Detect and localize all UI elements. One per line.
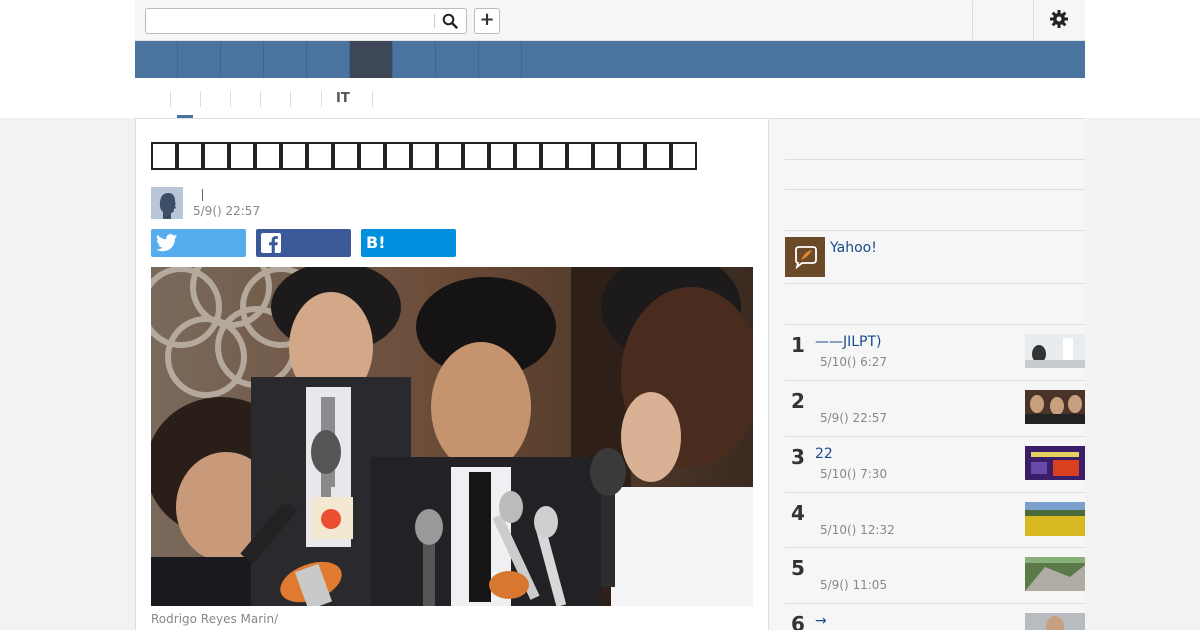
yahoo-feather-icon[interactable]	[785, 237, 825, 277]
rank-date: 5/9() 22:57	[820, 411, 888, 425]
title-glyph-box	[463, 141, 489, 170]
subnav-item[interactable]	[372, 91, 387, 107]
title-glyph-box	[151, 141, 177, 170]
rank-title[interactable]: →	[815, 613, 827, 629]
title-glyph-box	[593, 141, 619, 170]
ranking-item[interactable]: 2 5/9() 22:57	[785, 382, 1085, 438]
nav-item[interactable]	[479, 41, 522, 78]
author-avatar[interactable]	[151, 187, 183, 219]
title-glyph-box	[333, 141, 359, 170]
search-input[interactable]	[150, 12, 430, 30]
nav-item[interactable]	[178, 41, 221, 78]
title-glyph-box	[515, 141, 541, 170]
hatena-icon: B!	[366, 233, 386, 252]
rank-number: 6	[791, 612, 805, 630]
subnav-item[interactable]	[290, 91, 305, 107]
ranking-item[interactable]: 4 5/10() 12:32	[785, 494, 1085, 550]
sidebar-divider	[785, 547, 1085, 548]
subnav-item[interactable]	[200, 91, 215, 107]
subnav-item[interactable]	[260, 91, 275, 107]
title-glyph-box	[203, 141, 229, 170]
search-divider	[434, 14, 435, 28]
title-glyph-box	[177, 141, 203, 170]
sidebar-divider	[785, 283, 1085, 284]
title-glyph-box	[385, 141, 411, 170]
rank-date: 5/10() 12:32	[820, 523, 895, 537]
rank-number: 2	[791, 389, 805, 413]
add-button[interactable]: +	[474, 8, 500, 34]
header-divider	[972, 1, 973, 39]
title-glyph-box	[541, 141, 567, 170]
ranking-item[interactable]: 6 →	[785, 605, 1085, 630]
hatena-bookmark-button[interactable]: B!	[361, 229, 456, 257]
title-glyph-box	[489, 141, 515, 170]
rank-number: 5	[791, 556, 805, 580]
rank-date: 5/10() 6:27	[820, 355, 888, 369]
rank-thumbnail[interactable]	[1025, 334, 1085, 368]
sidebar-divider	[785, 436, 1085, 437]
rank-date: 5/9() 11:05	[820, 578, 888, 592]
ranking-item[interactable]: 1 ——JILPT) 5/10() 6:27	[785, 326, 1085, 382]
title-glyph-box	[411, 141, 437, 170]
ranking-item[interactable]: 5 5/9() 11:05	[785, 549, 1085, 605]
twitter-icon	[156, 233, 178, 257]
nav-item[interactable]	[393, 41, 436, 78]
article-date: 5/9() 22:57	[193, 204, 261, 218]
nav-item[interactable]	[436, 41, 479, 78]
nav-item-active[interactable]	[350, 41, 393, 78]
gear-icon[interactable]	[1049, 9, 1069, 33]
rank-number: 4	[791, 501, 805, 525]
nav-item[interactable]	[221, 41, 264, 78]
rank-thumbnail[interactable]	[1025, 390, 1085, 424]
rank-title[interactable]: ——JILPT)	[815, 334, 882, 350]
rank-thumbnail[interactable]	[1025, 502, 1085, 536]
sidebar-divider	[785, 380, 1085, 381]
person-icon	[151, 187, 183, 219]
title-glyph-box	[359, 141, 385, 170]
title-glyph-box	[281, 141, 307, 170]
author-separator	[202, 189, 203, 201]
rank-number: 3	[791, 445, 805, 469]
sidebar-divider	[785, 189, 1085, 190]
title-glyph-box	[307, 141, 333, 170]
photo-caption: Rodrigo Reyes Marin/	[151, 612, 279, 626]
search-box[interactable]	[145, 8, 467, 34]
title-glyph-box	[645, 141, 671, 170]
subnav-item-it[interactable]: IT	[321, 91, 350, 107]
sidebar-divider	[785, 324, 1085, 325]
rank-number: 1	[791, 333, 805, 357]
sidebar-divider	[785, 230, 1085, 231]
rank-thumbnail[interactable]	[1025, 446, 1085, 480]
title-glyph-box	[671, 141, 697, 170]
yahoo-link[interactable]: Yahoo!	[830, 240, 877, 256]
article-title	[151, 137, 697, 172]
search-icon[interactable]	[442, 13, 458, 33]
category-nav	[135, 41, 1085, 78]
title-glyph-box	[229, 141, 255, 170]
facebook-icon	[261, 233, 281, 257]
twitter-share-button[interactable]	[151, 229, 246, 257]
title-glyph-box	[619, 141, 645, 170]
sidebar-divider	[785, 492, 1085, 493]
rank-thumbnail[interactable]	[1025, 613, 1085, 630]
ranking-item[interactable]: 3 22 5/10() 7:30	[785, 438, 1085, 494]
plus-icon: +	[479, 9, 495, 30]
title-glyph-box	[437, 141, 463, 170]
sidebar-divider	[785, 159, 1085, 160]
rank-title[interactable]: 22	[815, 446, 833, 462]
rank-thumbnail[interactable]	[1025, 557, 1085, 591]
rank-date: 5/10() 7:30	[820, 467, 888, 481]
facebook-share-button[interactable]	[256, 229, 351, 257]
title-glyph-box	[567, 141, 593, 170]
subnav-item[interactable]	[230, 91, 245, 107]
sub-nav: IT	[135, 78, 1085, 118]
nav-item[interactable]	[135, 41, 178, 78]
title-glyph-box	[255, 141, 281, 170]
header-divider	[1033, 1, 1034, 39]
nav-item[interactable]	[264, 41, 307, 78]
nav-item[interactable]	[307, 41, 350, 78]
article-photo	[151, 267, 753, 606]
subnav-item[interactable]	[170, 91, 185, 107]
sidebar-divider	[785, 603, 1085, 604]
